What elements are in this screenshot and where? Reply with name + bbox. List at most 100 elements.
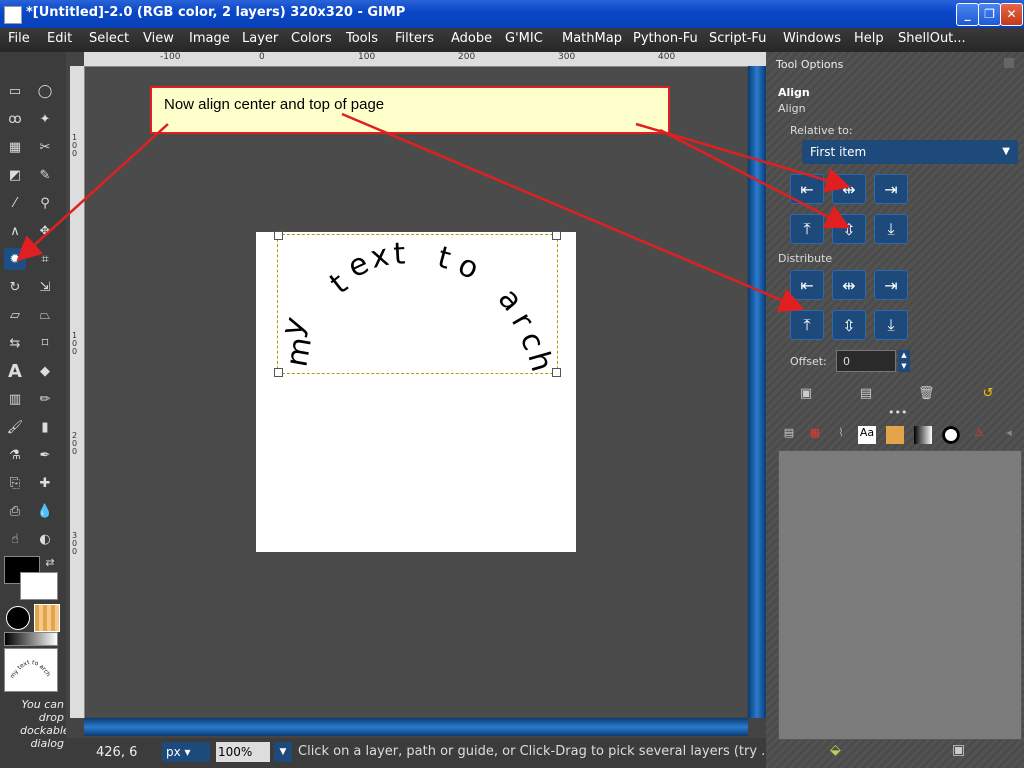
paths-tab-icon[interactable]: ⌇ [832,426,850,444]
move-icon[interactable]: ✥ [34,220,56,242]
ellipse-select-icon[interactable]: ◯ [34,80,56,102]
layers-panel[interactable] [778,450,1022,740]
vertical-ruler[interactable]: 1 0 0 1 0 0 2 0 0 3 0 0 [70,66,85,718]
corner-handle[interactable] [274,231,283,240]
airbrush-icon[interactable]: ⚗ [4,444,26,466]
offset-field[interactable]: 0 [836,350,896,372]
blur-icon[interactable]: 💧 [34,500,56,522]
corner-handle[interactable] [552,231,561,240]
distribute-right-button[interactable]: ⇥ [874,270,908,300]
patterns-tab-icon[interactable] [886,426,904,444]
smudge-icon[interactable]: ☝ [4,528,26,550]
distribute-top-button[interactable]: ⤒ [790,310,824,340]
scale-icon[interactable]: ⇲ [34,276,56,298]
swap-colors-icon[interactable]: ⇄ [42,554,58,570]
shear-icon[interactable]: ▱ [4,304,26,326]
layers-tab-icon[interactable]: ▤ [780,426,798,444]
rect-select-icon[interactable]: ▭ [4,80,26,102]
menu-mathmap[interactable]: MathMap [562,31,622,46]
zoom-dropdown-icon[interactable]: ▼ [274,742,292,762]
align-left-button[interactable]: ⇤ [790,174,824,204]
flip-icon[interactable]: ⇆ [4,332,26,354]
menu-edit[interactable]: Edit [47,31,72,46]
restore-options-icon[interactable]: ▤ [858,386,874,402]
perspective-icon[interactable]: ⏢ [34,304,56,326]
delete-options-icon[interactable]: 🗑 [918,386,935,402]
dock-menu-icon[interactable] [1004,58,1014,68]
perspective-clone-icon[interactable]: ⎙ [4,500,26,522]
lasso-icon[interactable]: ꝏ [4,108,26,130]
unit-selector[interactable]: px ▾ [162,742,210,762]
distribute-bottom-button[interactable]: ⤓ [874,310,908,340]
clone-icon[interactable]: ⎘ [4,472,26,494]
menu-image[interactable]: Image [189,31,230,46]
menu-adobe[interactable]: Adobe [451,31,492,46]
tool-options-tab[interactable]: Tool Options [776,58,843,71]
zoom-icon[interactable]: ⚲ [34,192,56,214]
zoom-field[interactable]: 100% [216,742,270,762]
menu-shellout[interactable]: ShellOut... [898,31,966,46]
pencil-icon[interactable]: ✏ [34,388,56,410]
menu-help[interactable]: Help [854,31,884,46]
brush-preview[interactable] [6,606,30,630]
offset-spinner-icon[interactable]: ▲ ▼ [898,350,910,372]
save-options-icon[interactable]: ▣ [798,386,814,402]
menu-file[interactable]: File [8,31,30,46]
align-bottom-button[interactable]: ⤓ [874,214,908,244]
reset-options-icon[interactable]: ↺ [980,386,996,402]
new-layer-icon[interactable]: ⬙ [830,742,841,758]
paintbrush-icon[interactable]: 🖌 [4,416,26,438]
menu-select[interactable]: Select [89,31,129,46]
relative-to-select[interactable]: First item ▼ [802,140,1018,164]
cage-icon[interactable]: ⌑ [34,332,56,354]
blend-icon[interactable]: ▥ [4,388,26,410]
close-button[interactable]: ✕ [1000,3,1023,26]
background-color[interactable] [20,572,58,600]
bucket-fill-icon[interactable]: ◆ [34,360,56,382]
horizontal-scrollbar[interactable] [84,718,748,736]
image-thumbnail[interactable]: my text to arch [4,648,58,692]
text-layer-boundary[interactable] [274,231,561,377]
error-console-tab-icon[interactable]: ⚠ [970,426,988,444]
minimize-button[interactable]: _ [956,3,979,26]
color-picker-icon[interactable]: ⁄ [4,192,26,214]
corner-handle[interactable] [552,368,561,377]
distribute-left-button[interactable]: ⇤ [790,270,824,300]
pattern-preview[interactable] [34,604,60,632]
foreground-select-icon[interactable]: ◩ [4,164,26,186]
distribute-middle-button[interactable]: ⇳ [832,310,866,340]
dock-grip[interactable]: ••• [888,406,907,419]
measure-icon[interactable]: ∧ [4,220,26,242]
fuzzy-select-icon[interactable]: ✦ [34,108,56,130]
channels-tab-icon[interactable]: ▦ [806,426,824,444]
align-top-button[interactable]: ⤒ [790,214,824,244]
corner-handle[interactable] [274,368,283,377]
delete-layer-icon[interactable]: ▣ [952,742,965,758]
menu-colors[interactable]: Colors [291,31,332,46]
menu-filters[interactable]: Filters [395,31,434,46]
paths-icon[interactable]: ✎ [34,164,56,186]
navigate-icon[interactable] [748,52,766,66]
align-center-button[interactable]: ⇹ [832,174,866,204]
menu-windows[interactable]: Windows [783,31,841,46]
menu-view[interactable]: View [143,31,174,46]
text-tool-icon[interactable]: A [4,360,26,382]
vertical-scrollbar[interactable] [748,66,766,718]
dock-menu-icon[interactable]: ◂ [1000,426,1018,444]
heal-icon[interactable]: ✚ [34,472,56,494]
menu-python-fu[interactable]: Python-Fu [633,31,698,46]
menu-tools[interactable]: Tools [346,31,378,46]
align-right-button[interactable]: ⇥ [874,174,908,204]
menu-gmic[interactable]: G'MIC [505,31,543,46]
brushes-tab-icon[interactable] [942,426,960,444]
align-tool-icon[interactable]: ✹ [4,248,26,270]
align-middle-button[interactable]: ⇳ [832,214,866,244]
maximize-button[interactable]: ❐ [978,3,1001,26]
color-select-icon[interactable]: ▦ [4,136,26,158]
ink-icon[interactable]: ✒ [34,444,56,466]
menu-script-fu[interactable]: Script-Fu [709,31,766,46]
gradient-preview[interactable] [4,632,58,646]
fonts-tab-icon[interactable]: Aa [858,426,876,444]
rotate-icon[interactable]: ↻ [4,276,26,298]
crop-icon[interactable]: ⌗ [34,248,56,270]
